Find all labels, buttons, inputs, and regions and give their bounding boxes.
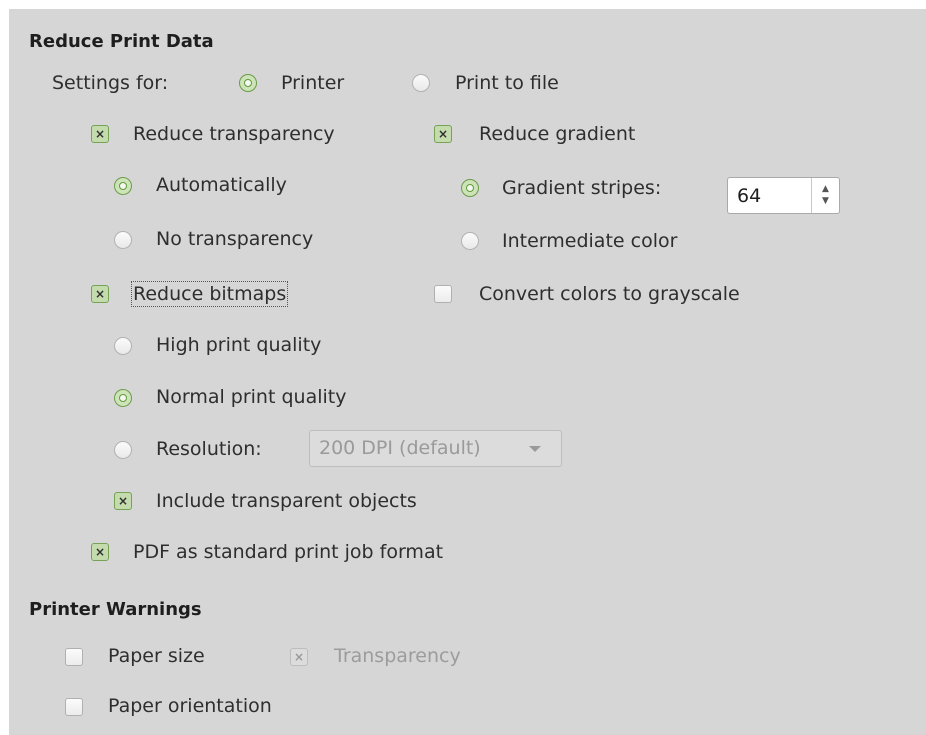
- convert-grayscale-label: Convert colors to grayscale: [479, 283, 740, 305]
- settings-for-label: Settings for:: [52, 72, 169, 94]
- reduce-gradient-label: Reduce gradient: [479, 123, 636, 145]
- print-options-panel: Reduce Print Data Settings for: Printer …: [9, 9, 926, 735]
- intermediate-color-radio[interactable]: [461, 232, 479, 250]
- convert-grayscale-checkbox[interactable]: [434, 285, 452, 303]
- chevron-down-icon: [529, 446, 541, 452]
- normal-print-quality-radio[interactable]: [114, 389, 132, 407]
- gradient-stripes-label: Gradient stripes:: [502, 177, 662, 199]
- reduce-bitmaps-checkbox[interactable]: ×: [91, 285, 109, 303]
- reduce-gradient-checkbox[interactable]: ×: [434, 125, 452, 143]
- resolution-radio[interactable]: [114, 441, 132, 459]
- paper-orientation-label: Paper orientation: [108, 695, 272, 717]
- automatically-label: Automatically: [156, 174, 287, 196]
- paper-size-checkbox[interactable]: [65, 648, 83, 666]
- reduce-transparency-checkbox[interactable]: ×: [91, 125, 109, 143]
- transparency-warning-label: Transparency: [334, 645, 461, 667]
- paper-size-label: Paper size: [108, 645, 205, 667]
- printer-radio[interactable]: [239, 74, 257, 92]
- no-transparency-radio[interactable]: [114, 231, 132, 249]
- reduce-print-data-heading: Reduce Print Data: [29, 31, 214, 52]
- gradient-stripes-value[interactable]: 64: [737, 185, 761, 207]
- automatically-radio[interactable]: [114, 177, 132, 195]
- pdf-standard-label: PDF as standard print job format: [133, 541, 444, 563]
- print-to-file-radio[interactable]: [412, 74, 430, 92]
- reduce-transparency-label: Reduce transparency: [133, 123, 335, 145]
- normal-print-quality-label: Normal print quality: [156, 386, 347, 408]
- reduce-bitmaps-label: Reduce bitmaps: [130, 281, 289, 307]
- resolution-dropdown[interactable]: 200 DPI (default): [309, 430, 562, 467]
- transparency-warning-checkbox[interactable]: ×: [290, 648, 308, 666]
- include-transparent-label: Include transparent objects: [156, 490, 417, 512]
- printer-warnings-heading: Printer Warnings: [29, 599, 202, 620]
- spin-arrows-icon[interactable]: ▲ ▼: [811, 178, 839, 213]
- resolution-value: 200 DPI (default): [319, 437, 481, 459]
- resolution-label: Resolution:: [156, 438, 262, 460]
- intermediate-color-label: Intermediate color: [502, 230, 678, 252]
- gradient-stripes-spinbox[interactable]: 64 ▲ ▼: [727, 177, 840, 214]
- pdf-standard-checkbox[interactable]: ×: [91, 543, 109, 561]
- no-transparency-label: No transparency: [156, 228, 314, 250]
- gradient-stripes-radio[interactable]: [461, 179, 479, 197]
- paper-orientation-checkbox[interactable]: [65, 698, 83, 716]
- printer-label: Printer: [281, 72, 345, 94]
- print-to-file-label: Print to file: [455, 72, 559, 94]
- high-print-quality-label: High print quality: [156, 334, 322, 356]
- include-transparent-checkbox[interactable]: ×: [114, 492, 132, 510]
- high-print-quality-radio[interactable]: [114, 337, 132, 355]
